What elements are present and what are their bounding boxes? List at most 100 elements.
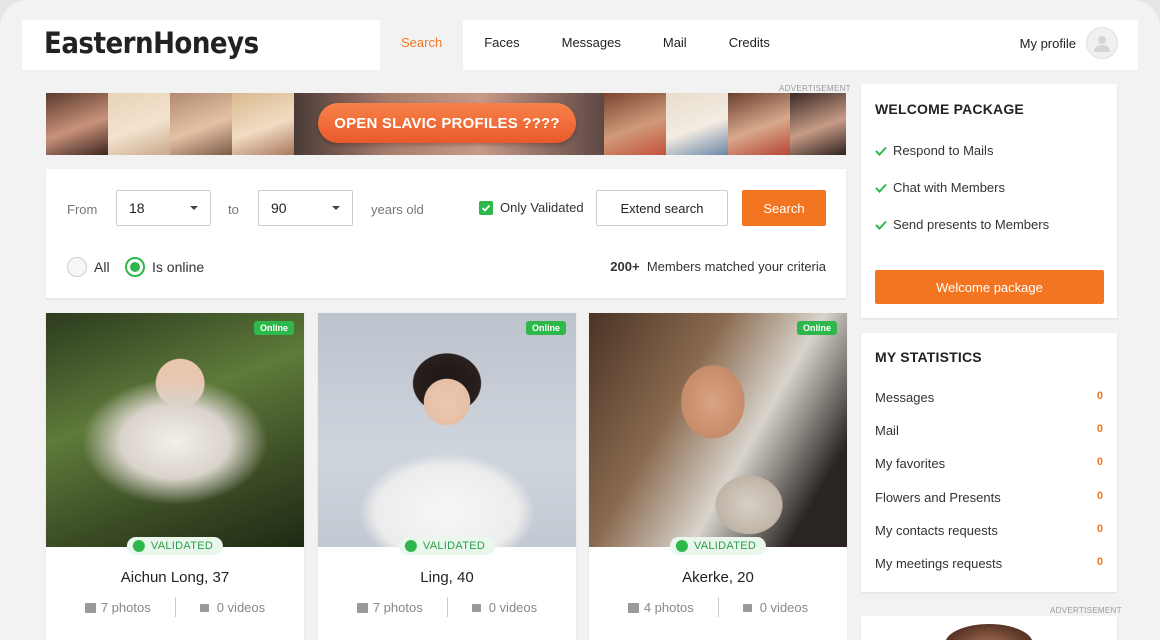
radio-all[interactable] (67, 257, 87, 277)
ad-photo (790, 93, 846, 155)
photos-count: 7 photos (356, 600, 423, 615)
profile-media-counts: 7 photos 0 videos (46, 597, 304, 617)
ad-banner[interactable]: OPEN SLAVIC PROFILES ???? (46, 93, 846, 155)
profile-media-counts: 7 photos 0 videos (318, 597, 576, 617)
checkmark-icon (875, 146, 887, 156)
match-text: Members matched your criteria (646, 259, 826, 274)
ad-photo (666, 93, 728, 155)
validated-label: VALIDATED (693, 540, 757, 552)
divider (446, 597, 448, 617)
my-profile-menu[interactable]: My profile (1020, 27, 1118, 59)
ad-photo (232, 93, 294, 155)
photo-icon (356, 602, 368, 613)
checkmark-icon (481, 204, 491, 212)
app-window: EasternHoneys Search Faces Messages Mail… (0, 0, 1160, 640)
video-camera-icon (471, 603, 481, 612)
stat-row-meeting-requests[interactable]: My meetings requests 0 (875, 556, 1103, 571)
nav-search[interactable]: Search (380, 20, 464, 70)
radio-is-online-label[interactable]: Is online (152, 259, 204, 275)
user-avatar-icon[interactable] (1086, 27, 1118, 59)
ad-photo (46, 93, 108, 155)
welcome-package-title: WELCOME PACKAGE (875, 101, 1024, 117)
my-profile-label: My profile (1019, 35, 1076, 51)
radio-all-label[interactable]: All (94, 259, 110, 275)
welcome-package-button[interactable]: Welcome package (875, 270, 1104, 304)
profile-media-counts: 4 photos 0 videos (589, 597, 847, 617)
profile-name[interactable]: Ling, 40 (318, 569, 576, 586)
welcome-item: Chat with Members (875, 180, 1005, 195)
site-logo[interactable]: EasternHoneys (44, 26, 259, 60)
stat-row-mail[interactable]: Mail 0 (875, 423, 1103, 438)
search-filters-panel: From 18 to 90 years old Only Validated E… (46, 169, 846, 298)
online-badge: Online (253, 321, 294, 335)
ad-photo (170, 93, 232, 155)
to-label: to (228, 202, 239, 217)
stat-row-contact-requests[interactable]: My contacts requests 0 (875, 523, 1103, 538)
ad-photo (728, 93, 790, 155)
shield-check-icon (132, 540, 145, 552)
chevron-down-icon (332, 206, 340, 210)
welcome-item: Send presents to Members (875, 217, 1049, 232)
nav-credits[interactable]: Credits (708, 20, 791, 70)
age-from-value: 18 (129, 200, 145, 216)
ad-photo (945, 624, 1033, 640)
video-camera-icon (199, 603, 209, 612)
my-statistics-box: MY STATISTICS Messages 0 Mail 0 My favorit… (861, 333, 1117, 592)
nav-mail[interactable]: Mail (642, 20, 708, 70)
age-to-value: 90 (271, 200, 287, 216)
ad-label: ADVERTISEMENT (779, 84, 851, 93)
profile-card[interactable]: Online VALIDATED Akerke, 20 4 photos 0 v… (589, 313, 847, 640)
validated-label: VALIDATED (150, 540, 214, 552)
only-validated-label[interactable]: Only Validated (500, 200, 584, 215)
photo-icon (627, 602, 639, 613)
main-nav: Search Faces Messages Mail Credits (380, 20, 791, 70)
validated-badge: VALIDATED (669, 537, 767, 555)
ad-photo (604, 93, 666, 155)
shield-check-icon (404, 540, 417, 552)
chevron-down-icon (190, 206, 198, 210)
years-old-label: years old (371, 202, 424, 217)
welcome-package-box: WELCOME PACKAGE Respond to Mails Chat wi… (861, 84, 1117, 318)
ad-label: ADVERTISEMENT (1050, 606, 1122, 615)
ad-photo (108, 93, 170, 155)
from-label: From (67, 202, 98, 217)
profile-photo[interactable]: Online (589, 313, 847, 547)
profile-name[interactable]: Aichun Long, 37 (46, 569, 304, 586)
top-header: EasternHoneys Search Faces Messages Mail… (22, 20, 1138, 70)
validated-badge: VALIDATED (126, 537, 224, 555)
profile-name[interactable]: Akerke, 20 (589, 569, 847, 586)
divider (174, 597, 176, 617)
photo-icon (84, 602, 96, 613)
shield-check-icon (675, 540, 688, 552)
stat-row-flowers-presents[interactable]: Flowers and Presents 0 (875, 490, 1103, 505)
checkmark-icon (875, 183, 887, 193)
match-count: 200+ (610, 259, 640, 274)
nav-faces[interactable]: Faces (463, 20, 540, 70)
extend-search-button[interactable]: Extend search (596, 190, 728, 226)
online-badge: Online (525, 321, 566, 335)
only-validated-checkbox[interactable] (479, 201, 493, 215)
profile-photo[interactable]: Online (318, 313, 576, 547)
profile-photo[interactable]: Online (46, 313, 304, 547)
profile-card[interactable]: Online VALIDATED Ling, 40 7 photos 0 vid… (318, 313, 576, 640)
match-summary: 200+ Members matched your criteria (610, 259, 826, 274)
welcome-item: Respond to Mails (875, 143, 993, 158)
divider (717, 597, 719, 617)
videos-count: 0 videos (742, 600, 808, 615)
radio-is-online[interactable] (125, 257, 145, 277)
videos-count: 0 videos (199, 600, 265, 615)
age-to-select[interactable]: 90 (258, 190, 353, 226)
search-button[interactable]: Search (742, 190, 826, 226)
validated-badge: VALIDATED (398, 537, 496, 555)
nav-messages[interactable]: Messages (541, 20, 642, 70)
video-camera-icon (742, 603, 752, 612)
stat-row-favorites[interactable]: My favorites 0 (875, 456, 1103, 471)
age-from-select[interactable]: 18 (116, 190, 211, 226)
profile-card[interactable]: Online VALIDATED Aichun Long, 37 7 photo… (46, 313, 304, 640)
photos-count: 4 photos (627, 600, 694, 615)
sidebar-ad[interactable] (861, 616, 1117, 640)
online-badge: Online (796, 321, 837, 335)
open-slavic-profiles-button[interactable]: OPEN SLAVIC PROFILES ???? (318, 103, 576, 143)
videos-count: 0 videos (471, 600, 537, 615)
stat-row-messages[interactable]: Messages 0 (875, 390, 1103, 405)
